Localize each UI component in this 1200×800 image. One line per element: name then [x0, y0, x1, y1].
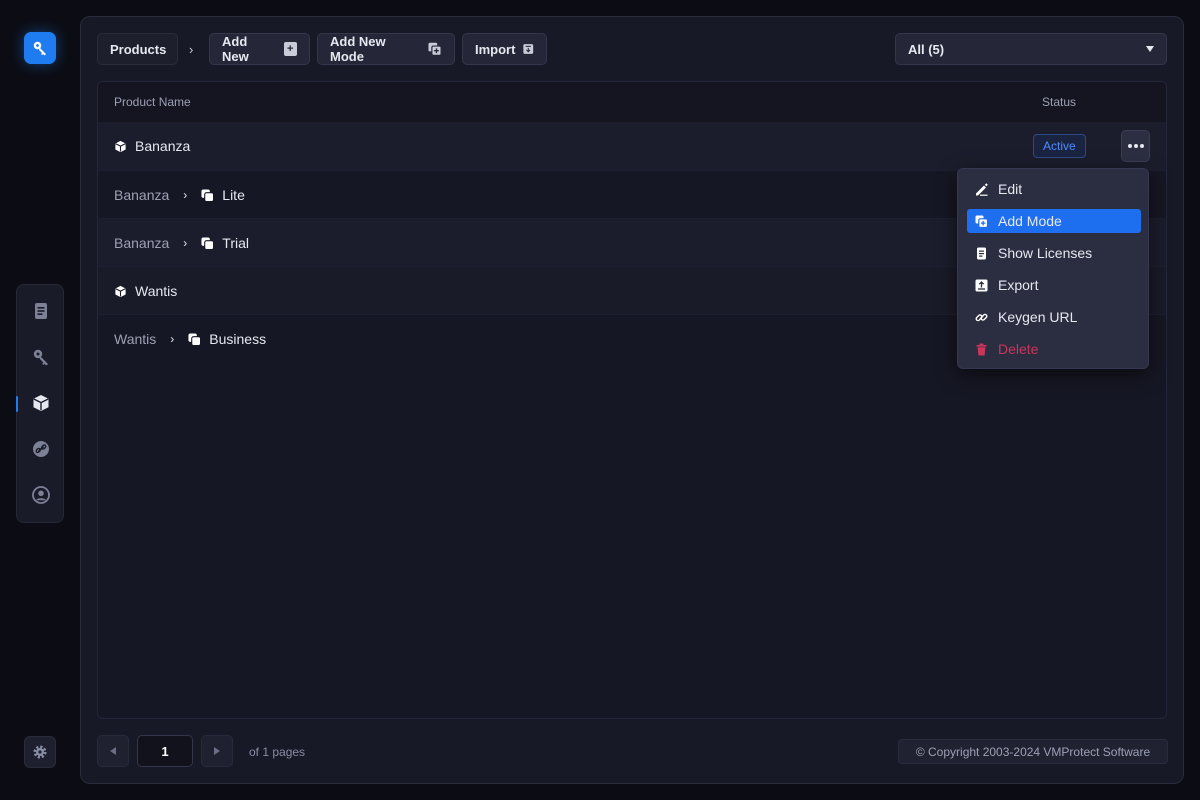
- filter-value: All (5): [908, 41, 945, 57]
- menu-item-delete[interactable]: Delete: [967, 337, 1141, 361]
- page-number-input[interactable]: [137, 735, 193, 767]
- copyright-notice: © Copyright 2003-2024 VMProtect Software: [898, 739, 1168, 764]
- menu-label: Export: [998, 277, 1039, 293]
- menu-label: Show Licenses: [998, 245, 1093, 261]
- table-row[interactable]: Bananza Active: [98, 122, 1166, 170]
- menu-item-keygen-url[interactable]: Keygen URL: [967, 305, 1141, 329]
- breadcrumb-label: Products: [110, 41, 167, 57]
- nav-item-account[interactable]: [25, 479, 57, 511]
- nav-active-indicator: [16, 396, 18, 412]
- box-icon: [115, 140, 126, 152]
- settings-button[interactable]: [24, 736, 56, 768]
- column-header-status: Status: [1042, 95, 1077, 109]
- menu-label: Keygen URL: [998, 309, 1078, 325]
- import-label: Import: [475, 41, 516, 57]
- plus-square-icon: +: [283, 42, 297, 56]
- add-new-mode-button[interactable]: Add New Mode: [317, 33, 455, 65]
- breadcrumb-chevron-icon: ›: [189, 41, 194, 57]
- triangle-right-icon: [214, 747, 220, 755]
- key-icon: [33, 349, 48, 366]
- more-icon: [1127, 144, 1132, 148]
- status-badge: Active: [1033, 134, 1086, 158]
- trash-icon: [976, 343, 987, 355]
- menu-item-edit[interactable]: Edit: [967, 177, 1141, 201]
- more-icon-dot: [1133, 144, 1138, 148]
- product-name-cell: Bananza: [114, 122, 190, 170]
- menu-label: Edit: [998, 181, 1023, 197]
- mode-name: Lite: [222, 187, 245, 203]
- main-panel: Products › Add New + Add New Mode Import…: [80, 16, 1184, 784]
- app-logo[interactable]: [24, 32, 56, 64]
- breadcrumb-products[interactable]: Products: [97, 33, 178, 65]
- next-page-button[interactable]: [201, 735, 233, 767]
- add-mode-icon: [975, 215, 988, 228]
- triangle-left-icon: [110, 747, 116, 755]
- chevron-right-icon: ›: [183, 236, 188, 250]
- export-icon: [975, 279, 988, 291]
- parent-product-name: Wantis: [114, 331, 157, 347]
- mode-icon: [201, 188, 215, 202]
- mode-icon: [201, 236, 215, 250]
- copyright-text: © Copyright 2003-2024 VMProtect Software: [915, 744, 1151, 759]
- product-name: Wantis: [135, 283, 178, 299]
- more-icon-dot: [1139, 144, 1144, 148]
- filter-select[interactable]: All (5): [895, 33, 1167, 65]
- menu-item-export[interactable]: Export: [967, 273, 1141, 297]
- mode-icon: [188, 332, 202, 346]
- chevron-right-icon: ›: [170, 332, 175, 346]
- nav-rail: [16, 284, 64, 523]
- import-button[interactable]: Import: [462, 33, 547, 65]
- box-icon: [33, 395, 49, 411]
- row-context-menu: Edit Add Mode Show Licenses Export Keyge…: [957, 168, 1149, 369]
- import-icon: [523, 44, 534, 54]
- parent-product-name: Bananza: [114, 187, 170, 203]
- nav-item-links[interactable]: [25, 433, 57, 465]
- user-icon: [32, 486, 50, 504]
- product-name-cell: Wantis: [114, 267, 177, 315]
- nav-item-documents[interactable]: [25, 295, 57, 327]
- prev-page-button[interactable]: [97, 735, 129, 767]
- row-actions-button[interactable]: [1121, 130, 1150, 162]
- table-header: Product Name Status: [98, 82, 1166, 122]
- document-icon: [977, 247, 986, 259]
- product-name: Bananza: [135, 138, 191, 154]
- documents-icon: [35, 303, 47, 319]
- add-new-button[interactable]: Add New +: [209, 33, 310, 65]
- link-icon: [975, 313, 988, 321]
- gear-icon: [33, 745, 47, 759]
- chevron-right-icon: ›: [183, 188, 188, 202]
- mode-name: Trial: [222, 235, 249, 251]
- add-new-mode-label: Add New Mode: [330, 34, 386, 64]
- mode-name-cell: Wantis › Business: [114, 315, 266, 363]
- box-icon: [115, 285, 126, 297]
- pencil-icon: [976, 182, 988, 196]
- page-total-label: of 1 pages: [249, 745, 306, 759]
- parent-product-name: Bananza: [114, 235, 170, 251]
- mode-name-cell: Bananza › Trial: [114, 219, 249, 267]
- column-header-name: Product Name: [114, 95, 191, 109]
- nav-item-licenses[interactable]: [25, 341, 57, 373]
- menu-item-show-licenses[interactable]: Show Licenses: [967, 241, 1141, 265]
- mode-name-cell: Bananza › Lite: [114, 171, 245, 219]
- key-logo-icon: [33, 41, 46, 56]
- add-mode-icon: [428, 42, 442, 56]
- menu-label: Add Mode: [998, 213, 1062, 229]
- add-new-label: Add New: [222, 34, 249, 64]
- menu-item-add-mode[interactable]: Add Mode: [967, 209, 1141, 233]
- mode-name: Business: [209, 331, 267, 347]
- menu-label: Delete: [998, 341, 1039, 357]
- caret-down-icon: [1146, 46, 1154, 52]
- nav-item-products[interactable]: [25, 387, 57, 419]
- link-icon: [33, 441, 49, 457]
